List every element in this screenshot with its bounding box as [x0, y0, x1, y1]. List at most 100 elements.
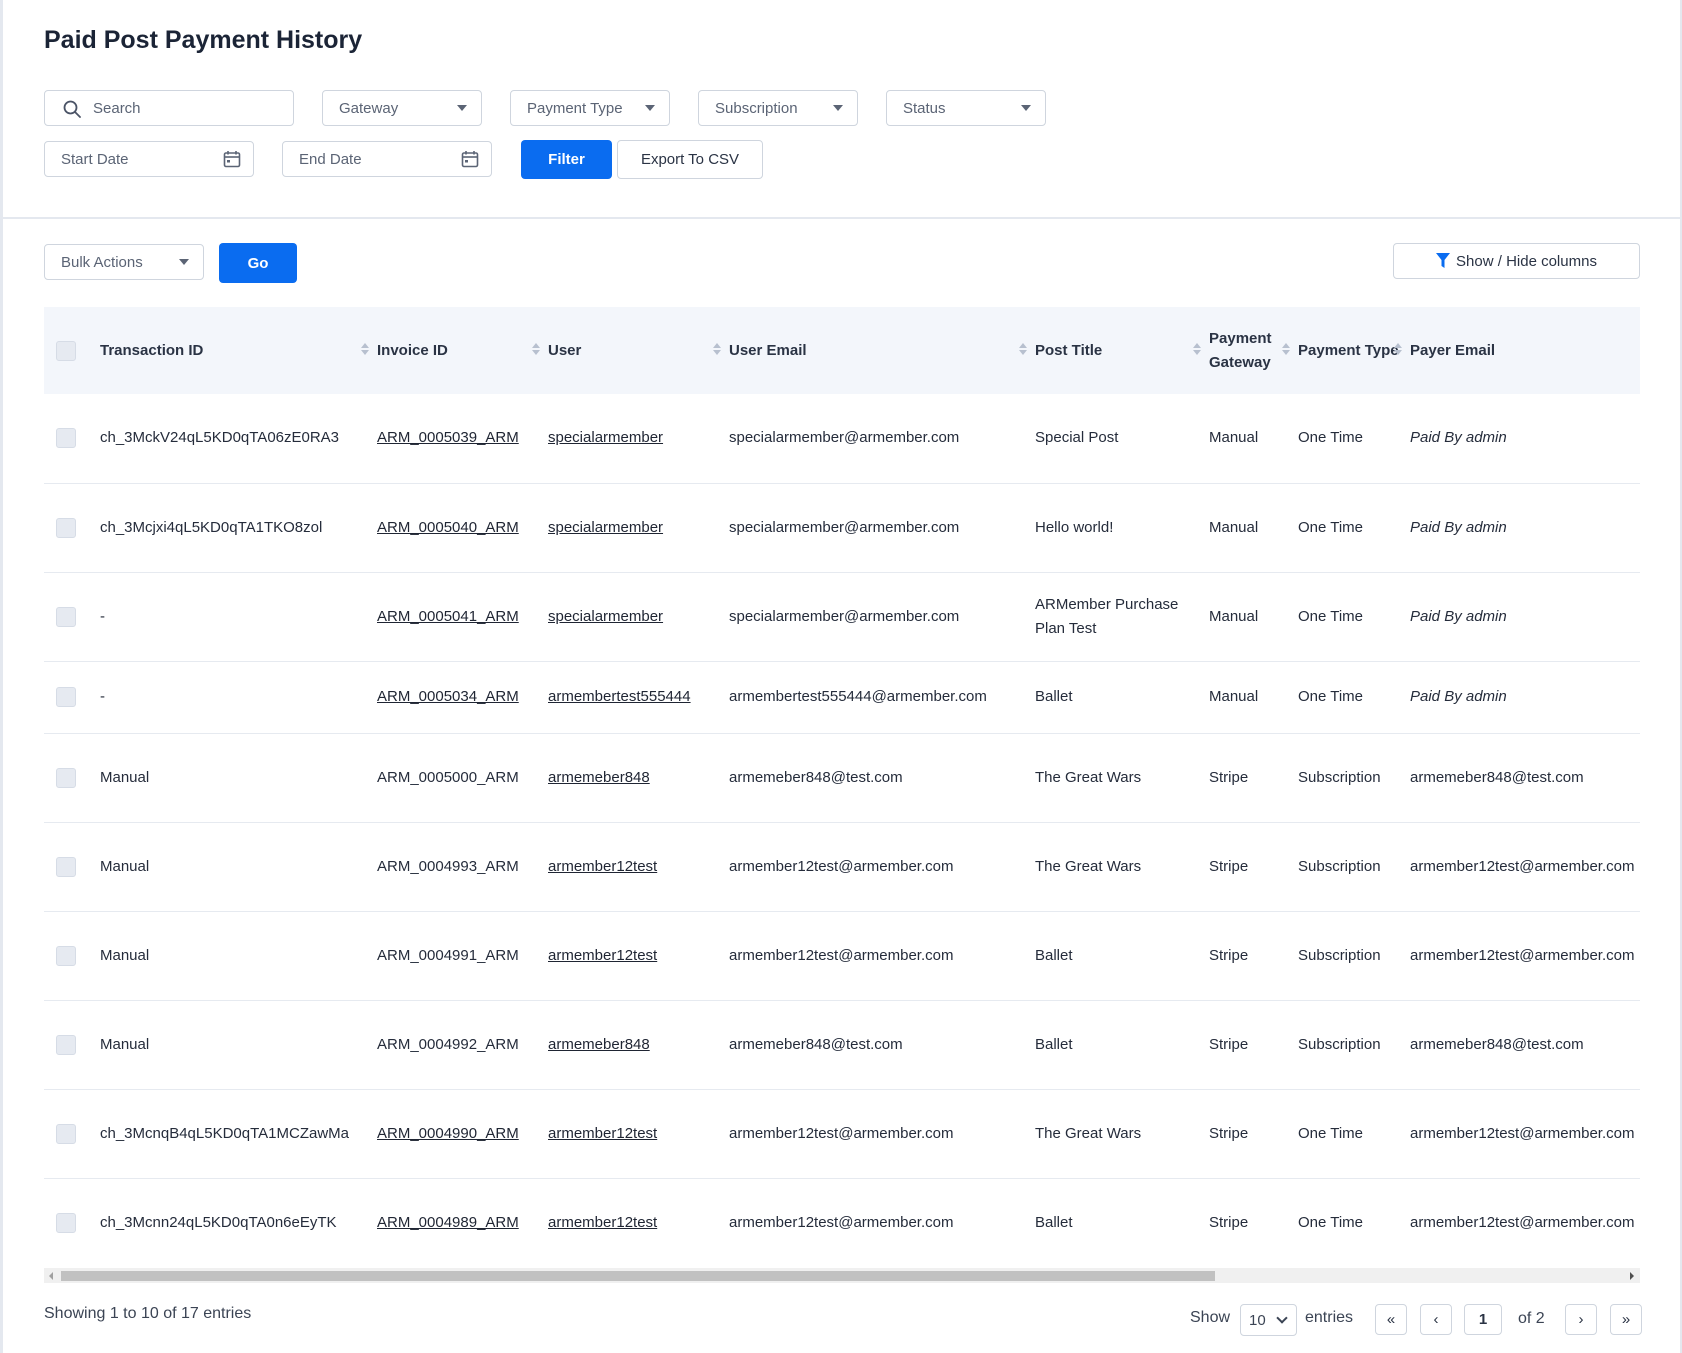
invoice-link[interactable]: ARM_0005040_ARM [377, 519, 519, 536]
sort-icon[interactable] [532, 343, 540, 357]
calendar-icon[interactable] [223, 150, 241, 168]
payment-type-cell: One Time [1298, 1089, 1410, 1179]
bulk-actions-select[interactable]: Bulk Actions [44, 244, 204, 280]
subscription-select[interactable]: Subscription [698, 90, 858, 126]
sort-icon[interactable] [1282, 343, 1290, 357]
sort-icon[interactable] [713, 343, 721, 357]
transaction-id-cell: ch_3McnqB4qL5KD0qTA1MCZawMa [100, 1089, 377, 1179]
table-row: Manual ARM_0005000_ARM armemeber848 arme… [44, 733, 1640, 823]
user-link[interactable]: armember12test [548, 1214, 657, 1231]
invoice-id-cell: ARM_0004992_ARM [377, 1000, 548, 1090]
subscription-select-label: Subscription [715, 99, 798, 117]
next-page-button[interactable]: › [1565, 1304, 1597, 1335]
caret-down-icon [1021, 105, 1031, 111]
scroll-left-arrow-icon[interactable] [49, 1272, 53, 1280]
start-date-input[interactable]: Start Date [44, 141, 254, 177]
column-header-user-email[interactable]: User Email [729, 307, 1035, 394]
status-select[interactable]: Status [886, 90, 1046, 126]
select-all-checkbox[interactable] [56, 340, 76, 361]
column-header-payer-email[interactable]: Payer Email [1410, 307, 1640, 394]
row-checkbox[interactable] [56, 767, 76, 788]
user-link[interactable]: armembertest555444 [548, 688, 691, 705]
invoice-id-cell: ARM_0005000_ARM [377, 733, 548, 823]
column-header-payment-gateway[interactable]: Payment Gateway [1209, 307, 1298, 394]
row-checkbox[interactable] [56, 517, 76, 538]
prev-page-button[interactable]: ‹ [1420, 1304, 1452, 1335]
row-checkbox[interactable] [56, 1212, 76, 1233]
page-title: Paid Post Payment History [44, 26, 363, 54]
show-hide-columns-label: Show / Hide columns [1456, 252, 1597, 270]
row-checkbox[interactable] [56, 428, 76, 449]
scroll-right-arrow-icon[interactable] [1630, 1272, 1634, 1280]
first-page-button[interactable]: « [1375, 1304, 1407, 1335]
gateway-select[interactable]: Gateway [322, 90, 482, 126]
sort-icon[interactable] [1193, 343, 1201, 357]
last-page-button[interactable]: » [1610, 1304, 1642, 1335]
horizontal-scrollbar[interactable] [44, 1268, 1640, 1283]
caret-down-icon [457, 105, 467, 111]
user-email-cell: armember12test@armember.com [729, 1089, 1035, 1179]
payer-email-cell: armember12test@armember.com [1410, 1089, 1640, 1179]
row-checkbox[interactable] [56, 1123, 76, 1144]
export-csv-button[interactable]: Export To CSV [617, 140, 763, 179]
user-link[interactable]: armemeber848 [548, 1036, 650, 1053]
post-title-cell: Ballet [1035, 911, 1209, 1001]
page-length-value: 10 [1249, 1311, 1266, 1329]
invoice-link[interactable]: ARM_0005034_ARM [377, 688, 519, 705]
post-title-cell: Ballet [1035, 661, 1209, 734]
search-input[interactable]: Search [44, 90, 294, 126]
show-hide-columns-button[interactable]: Show / Hide columns [1393, 243, 1640, 279]
filter-button[interactable]: Filter [521, 140, 612, 179]
user-link[interactable]: armember12test [548, 1125, 657, 1142]
column-header-invoice-id[interactable]: Invoice ID [377, 307, 548, 394]
showing-entries-text: Showing 1 to 10 of 17 entries [44, 1305, 252, 1322]
table-row: - ARM_0005041_ARM specialarmember specia… [44, 572, 1640, 662]
column-header-user[interactable]: User [548, 307, 729, 394]
user-link[interactable]: armember12test [548, 947, 657, 964]
gateway-select-label: Gateway [339, 99, 399, 117]
page-length-select[interactable]: 10 [1240, 1304, 1297, 1336]
column-header-payment-type[interactable]: Payment Type [1298, 307, 1410, 394]
invoice-link[interactable]: ARM_0004990_ARM [377, 1125, 519, 1142]
go-button[interactable]: Go [219, 243, 297, 283]
current-page-input[interactable]: 1 [1464, 1304, 1502, 1335]
column-header-transaction-id[interactable]: Transaction ID [100, 307, 377, 394]
sort-icon[interactable] [1394, 343, 1402, 357]
column-header-post-title[interactable]: Post Title [1035, 307, 1209, 394]
gateway-cell: Manual [1209, 661, 1298, 734]
caret-down-icon [645, 105, 655, 111]
row-checkbox[interactable] [56, 1034, 76, 1055]
transaction-id-cell: - [100, 572, 377, 662]
end-date-input[interactable]: End Date [282, 141, 492, 177]
sort-icon[interactable] [1019, 343, 1027, 357]
user-email-cell: armemeber848@test.com [729, 1000, 1035, 1090]
user-link[interactable]: specialarmember [548, 429, 663, 446]
post-title-cell: The Great Wars [1035, 1089, 1209, 1179]
user-link[interactable]: specialarmember [548, 608, 663, 625]
table-header-row: Transaction ID Invoice ID User User Emai… [44, 307, 1640, 394]
payment-type-cell: One Time [1298, 394, 1410, 484]
payment-type-select[interactable]: Payment Type [510, 90, 670, 126]
row-checkbox[interactable] [56, 856, 76, 877]
user-email-cell: armembertest555444@armember.com [729, 661, 1035, 734]
row-checkbox[interactable] [56, 945, 76, 966]
post-title-cell: Special Post [1035, 394, 1209, 484]
invoice-link[interactable]: ARM_0005039_ARM [377, 429, 519, 446]
payer-email-cell: armember12test@armember.com [1410, 911, 1640, 1001]
user-link[interactable]: armemeber848 [548, 769, 650, 786]
invoice-link[interactable]: ARM_0004989_ARM [377, 1214, 519, 1231]
payment-type-select-label: Payment Type [527, 99, 623, 117]
user-link[interactable]: specialarmember [548, 519, 663, 536]
scrollbar-thumb[interactable] [61, 1271, 1215, 1281]
gateway-cell: Manual [1209, 483, 1298, 573]
transaction-id-cell: Manual [100, 733, 377, 823]
transaction-id-cell: ch_3Mcjxi4qL5KD0qTA1TKO8zol [100, 483, 377, 573]
table-row: ch_3Mcjxi4qL5KD0qTA1TKO8zol ARM_0005040_… [44, 483, 1640, 573]
invoice-link[interactable]: ARM_0005041_ARM [377, 608, 519, 625]
row-checkbox[interactable] [56, 687, 76, 707]
chevron-down-icon [1276, 1312, 1288, 1324]
sort-icon[interactable] [361, 343, 369, 357]
user-link[interactable]: armember12test [548, 858, 657, 875]
row-checkbox[interactable] [56, 606, 76, 627]
calendar-icon[interactable] [461, 150, 479, 168]
